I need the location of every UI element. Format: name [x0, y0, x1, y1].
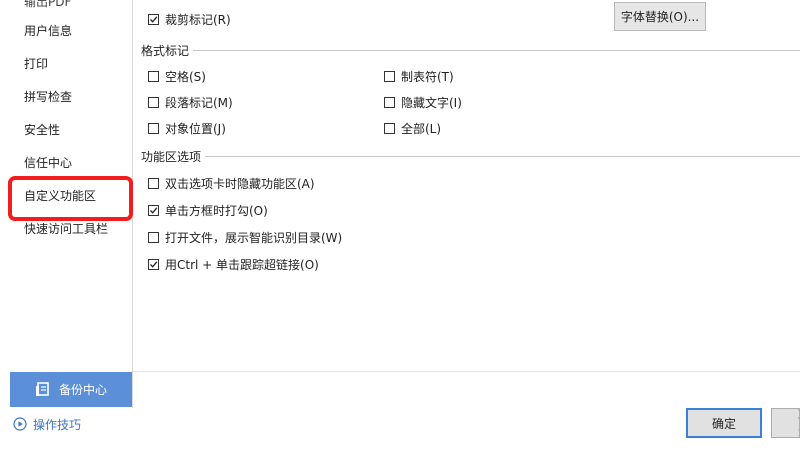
check-icon: [150, 15, 158, 23]
sidebar-item-trust-center[interactable]: 信任中心: [24, 153, 72, 173]
ctrl-click-hyperlink-label: 用Ctrl + 单击跟踪超链接(O): [165, 257, 319, 272]
tab-char-checkbox[interactable]: [384, 70, 395, 82]
ctrl-click-hyperlink-checkbox[interactable]: [148, 258, 159, 270]
backup-center-button[interactable]: 备份中心: [10, 372, 132, 407]
crop-marks-checkbox[interactable]: [148, 13, 159, 25]
format-marks-section-title: 格式标记: [141, 42, 800, 58]
hidden-text-label: 隐藏文字(I): [401, 95, 462, 110]
sidebar-item-user-info[interactable]: 用户信息: [24, 21, 72, 41]
cancel-label: 取消: [772, 409, 799, 437]
play-circle-icon: [13, 417, 27, 431]
divider: [133, 371, 800, 372]
backup-center-label: 备份中心: [58, 383, 107, 397]
click-box-check-label: 单击方框时打勾(O): [165, 203, 268, 218]
sidebar-item-print[interactable]: 打印: [24, 54, 48, 74]
sidebar-item-quick-access-toolbar[interactable]: 快速访问工具栏: [24, 219, 108, 239]
format-marks-title: 格式标记: [141, 43, 190, 58]
all-marks-option[interactable]: 全部(L): [384, 119, 441, 137]
crop-marks-option[interactable]: 裁剪标记(R): [148, 10, 231, 28]
click-box-check-option[interactable]: 单击方框时打勾(O): [148, 201, 268, 219]
options-dialog: 输出PDF 用户信息 打印 拼写检查 安全性 信任中心 自定义功能区 快速访问工…: [0, 0, 800, 450]
tips-label: 操作技巧: [33, 417, 82, 432]
ribbon-options-section-title: 功能区选项: [141, 148, 800, 164]
all-marks-label: 全部(L): [401, 121, 442, 136]
ok-button[interactable]: 确定: [686, 408, 762, 438]
backup-icon: [35, 382, 50, 397]
ribbon-options-title: 功能区选项: [141, 149, 202, 164]
section-rule: [205, 155, 800, 157]
dialog-footer: [0, 408, 800, 450]
section-rule: [193, 49, 800, 51]
hide-ribbon-double-click-option[interactable]: 双击选项卡时隐藏功能区(A): [148, 174, 315, 192]
paragraph-mark-checkbox[interactable]: [148, 96, 159, 108]
object-position-label: 对象位置(J): [165, 121, 226, 136]
sidebar-item-security[interactable]: 安全性: [24, 120, 60, 140]
space-checkbox[interactable]: [148, 70, 159, 82]
tips-link[interactable]: 操作技巧: [13, 415, 81, 433]
check-icon: [150, 260, 158, 268]
paragraph-mark-option[interactable]: 段落标记(M): [148, 93, 233, 111]
space-option[interactable]: 空格(S): [148, 67, 206, 85]
ctrl-click-hyperlink-option[interactable]: 用Ctrl + 单击跟踪超链接(O): [148, 255, 319, 273]
sidebar-item-spell-check[interactable]: 拼写检查: [24, 87, 72, 107]
tab-char-label: 制表符(T): [401, 69, 454, 84]
hidden-text-checkbox[interactable]: [384, 96, 395, 108]
font-substitution-button[interactable]: 字体替换(O)...: [614, 2, 706, 31]
paragraph-mark-label: 段落标记(M): [165, 95, 233, 110]
smart-toc-option[interactable]: 打开文件，展示智能识别目录(W): [148, 228, 342, 246]
tab-char-option[interactable]: 制表符(T): [384, 67, 454, 85]
object-position-checkbox[interactable]: [148, 122, 159, 134]
smart-toc-label: 打开文件，展示智能识别目录(W): [165, 230, 343, 245]
object-position-option[interactable]: 对象位置(J): [148, 119, 226, 137]
sidebar-item-export-pdf[interactable]: 输出PDF: [24, 0, 71, 12]
cancel-button[interactable]: 取消: [771, 408, 800, 438]
crop-marks-label: 裁剪标记(R): [165, 12, 231, 27]
all-marks-checkbox[interactable]: [384, 122, 395, 134]
hide-ribbon-double-click-label: 双击选项卡时隐藏功能区(A): [165, 176, 315, 191]
highlight-annotation: [8, 176, 133, 221]
click-box-check-checkbox[interactable]: [148, 204, 159, 216]
hidden-text-option[interactable]: 隐藏文字(I): [384, 93, 462, 111]
smart-toc-checkbox[interactable]: [148, 231, 159, 243]
check-icon: [150, 206, 158, 214]
hide-ribbon-double-click-checkbox[interactable]: [148, 177, 159, 189]
space-label: 空格(S): [165, 69, 206, 84]
